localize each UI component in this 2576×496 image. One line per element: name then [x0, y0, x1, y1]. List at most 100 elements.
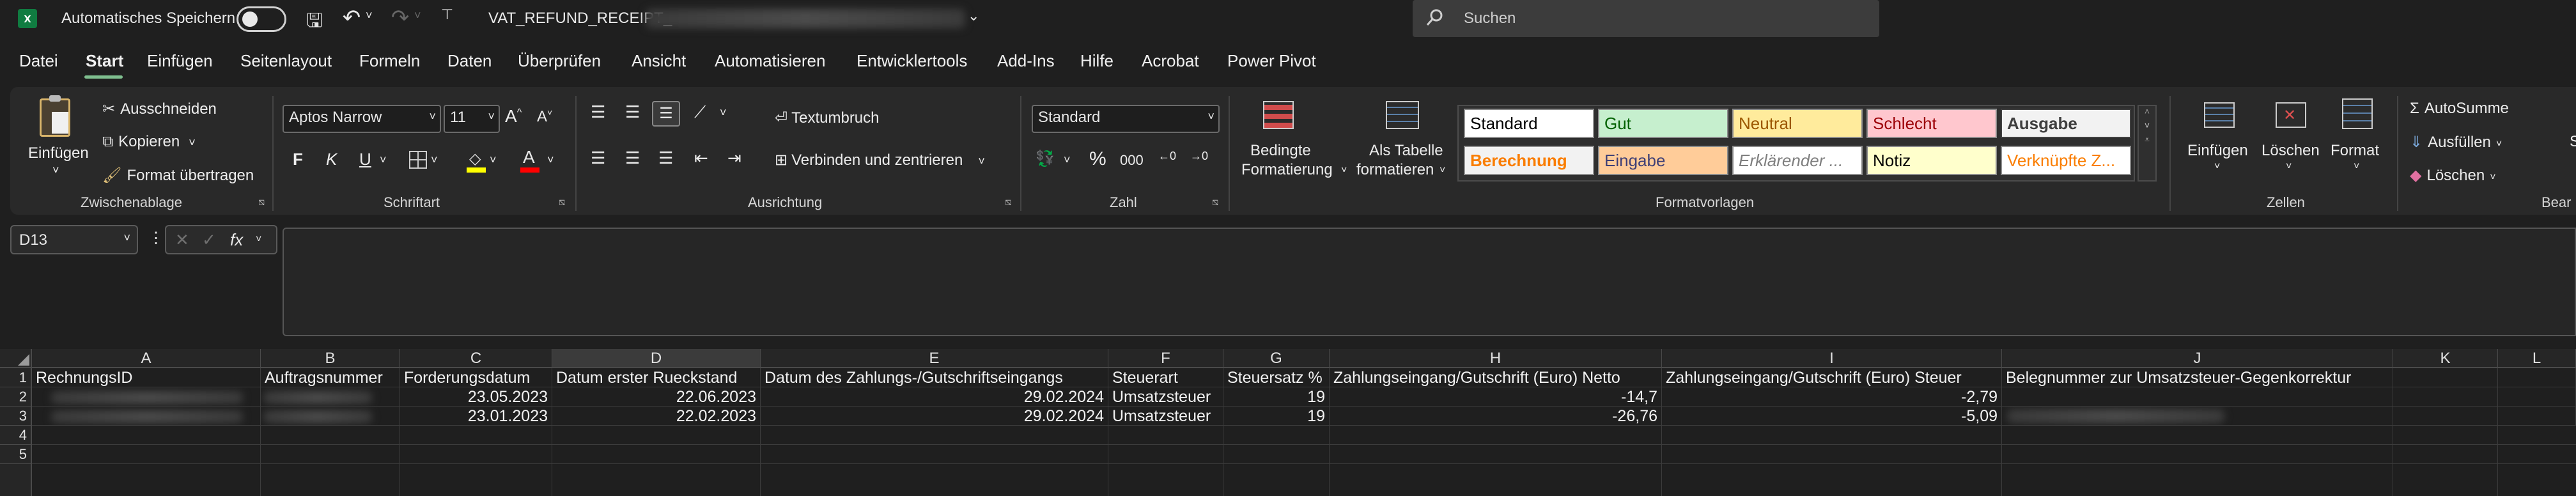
- cell-a1[interactable]: RechnungsID: [32, 368, 261, 387]
- column-header-a[interactable]: A: [32, 349, 261, 368]
- underline-button[interactable]: U: [359, 150, 371, 169]
- align-left-icon[interactable]: ☰: [591, 148, 605, 168]
- cell-i3[interactable]: -5,09: [1662, 407, 2002, 426]
- wrap-text-button[interactable]: ⏎ Textumbruch: [775, 109, 880, 127]
- orientation-icon[interactable]: ⟋: [694, 102, 706, 123]
- cell-b2[interactable]: [261, 387, 400, 407]
- style-notiz[interactable]: Notiz: [1866, 146, 1997, 175]
- conditional-formatting-button[interactable]: Bedingte Formatierung: [1240, 96, 1333, 185]
- row-header-1[interactable]: 1: [0, 368, 32, 387]
- more-options-icon[interactable]: ⋮: [148, 229, 164, 247]
- style-ausgabe[interactable]: Ausgabe: [2001, 109, 2131, 138]
- sort-filter-partial[interactable]: S: [2570, 133, 2576, 151]
- format-as-table-button[interactable]: Als Tabelle formatieren: [1354, 96, 1450, 185]
- cell-c3[interactable]: 23.01.2023: [400, 407, 552, 426]
- cell-j1[interactable]: Belegnummer zur Umsatzsteuer-Gegenkorrek…: [2002, 368, 2393, 387]
- tab-automatisieren[interactable]: Automatisieren: [715, 51, 825, 71]
- font-color-icon[interactable]: A: [519, 147, 541, 174]
- style-gut[interactable]: Gut: [1598, 109, 1728, 138]
- tab-start[interactable]: Start: [86, 51, 123, 71]
- column-header-h[interactable]: H: [1330, 349, 1662, 368]
- cell-c1[interactable]: Forderungsdatum: [400, 368, 552, 387]
- clear-button[interactable]: ◆ Löschen ˅: [2410, 166, 2496, 185]
- row-header-4[interactable]: 4: [0, 426, 32, 445]
- align-right-icon[interactable]: ☰: [658, 148, 673, 168]
- enter-icon[interactable]: ✓: [202, 230, 216, 250]
- tab-daten[interactable]: Daten: [447, 51, 492, 71]
- format-painter-button[interactable]: 🖌 Format übertragen: [102, 166, 254, 185]
- column-header-d[interactable]: D: [552, 349, 761, 368]
- style-neutral[interactable]: Neutral: [1732, 109, 1863, 138]
- merge-center-button[interactable]: ⊞ Verbinden und zentrieren ˅: [775, 151, 985, 169]
- align-bottom-icon[interactable]: ☰: [652, 101, 680, 127]
- decrease-decimal-icon[interactable]: →0: [1190, 150, 1208, 163]
- cell-g2[interactable]: 19: [1223, 387, 1330, 407]
- fill-color-icon[interactable]: ◇: [465, 148, 487, 174]
- underline-chevron-down-icon[interactable]: ˅: [380, 153, 387, 167]
- undo-dropdown-icon[interactable]: ˅: [366, 9, 373, 22]
- insert-function-icon[interactable]: fx: [230, 230, 243, 250]
- increase-decimal-icon[interactable]: ←0: [1158, 150, 1176, 163]
- tab-formeln[interactable]: Formeln: [359, 51, 420, 71]
- style-standard[interactable]: Standard: [1464, 109, 1594, 138]
- cancel-icon[interactable]: ✕: [175, 230, 189, 250]
- tab-power-pivot[interactable]: Power Pivot: [1227, 51, 1316, 71]
- column-header-b[interactable]: B: [261, 349, 400, 368]
- insert-cells-button[interactable]: Einfügen ˅: [2185, 96, 2255, 185]
- empty-row-5[interactable]: [32, 445, 2576, 464]
- cell-f2[interactable]: Umsatzsteuer: [1108, 387, 1223, 407]
- number-format-dropdown[interactable]: Standard ˅: [1032, 105, 1220, 133]
- column-header-c[interactable]: C: [400, 349, 552, 368]
- fill-color-chevron-down-icon[interactable]: ˅: [490, 153, 497, 167]
- tab-datei[interactable]: Datei: [19, 51, 58, 71]
- align-middle-icon[interactable]: ☰: [625, 102, 640, 122]
- cell-k3[interactable]: [2393, 407, 2498, 426]
- cell-a2[interactable]: [32, 387, 261, 407]
- cell-l2[interactable]: [2498, 387, 2576, 407]
- cell-d1[interactable]: Datum erster Rueckstand: [552, 368, 761, 387]
- cut-button[interactable]: ✂ Ausschneiden: [102, 100, 217, 118]
- clipboard-launcher-icon[interactable]: ⧅: [258, 197, 265, 208]
- styles-gallery-scroll[interactable]: ˄ ˅ ⩡: [2138, 105, 2157, 182]
- tab-add-ins[interactable]: Add-Ins: [997, 51, 1055, 71]
- align-top-icon[interactable]: ☰: [591, 102, 605, 122]
- font-color-chevron-down-icon[interactable]: ˅: [547, 153, 554, 167]
- decrease-indent-icon[interactable]: ⇤: [694, 148, 708, 168]
- select-all-corner[interactable]: [0, 349, 32, 368]
- delete-cells-button[interactable]: ✕ Löschen ˅: [2259, 96, 2323, 185]
- search-box[interactable]: Suchen: [1413, 0, 1879, 37]
- italic-button[interactable]: K: [326, 150, 337, 169]
- save-icon[interactable]: 🖫: [303, 6, 326, 31]
- cell-a3[interactable]: [32, 407, 261, 426]
- row-header-2[interactable]: 2: [0, 387, 32, 407]
- cell-l3[interactable]: [2498, 407, 2576, 426]
- cell-i1[interactable]: Zahlungseingang/Gutschrift (Euro) Steuer: [1662, 368, 2002, 387]
- cell-l1[interactable]: [2498, 368, 2576, 387]
- font-size-dropdown[interactable]: 11 ˅: [444, 105, 500, 133]
- style-berechnung[interactable]: Berechnung: [1464, 146, 1594, 175]
- paste-button[interactable]: Einfügen ˅: [23, 95, 93, 185]
- align-center-icon[interactable]: ☰: [625, 148, 640, 168]
- orientation-chevron-down-icon[interactable]: ˅: [720, 106, 727, 120]
- name-box[interactable]: D13 ˅: [10, 225, 138, 254]
- fill-button[interactable]: ⇓ Ausfüllen ˅: [2410, 133, 2502, 151]
- decrease-font-icon[interactable]: A˅: [537, 107, 552, 126]
- column-header-i[interactable]: I: [1662, 349, 2002, 368]
- cell-k1[interactable]: [2393, 368, 2498, 387]
- cell-c2[interactable]: 23.05.2023: [400, 387, 552, 407]
- font-launcher-icon[interactable]: ⧅: [559, 197, 565, 208]
- autosum-button[interactable]: Σ AutoSumme: [2410, 100, 2509, 118]
- cell-h2[interactable]: -14,7: [1330, 387, 1662, 407]
- autosave-toggle[interactable]: [237, 6, 286, 32]
- row-header-6[interactable]: [0, 464, 32, 496]
- cell-g1[interactable]: Steuersatz %: [1223, 368, 1330, 387]
- cell-g3[interactable]: 19: [1223, 407, 1330, 426]
- column-header-f[interactable]: F: [1108, 349, 1223, 368]
- percent-button[interactable]: %: [1089, 148, 1106, 170]
- cell-d3[interactable]: 22.02.2023: [552, 407, 761, 426]
- tab-entwicklertools[interactable]: Entwicklertools: [857, 51, 967, 71]
- formula-input[interactable]: [283, 228, 2576, 336]
- bold-button[interactable]: F: [293, 150, 303, 169]
- style-eingabe[interactable]: Eingabe: [1598, 146, 1728, 175]
- cell-e2[interactable]: 29.02.2024: [761, 387, 1108, 407]
